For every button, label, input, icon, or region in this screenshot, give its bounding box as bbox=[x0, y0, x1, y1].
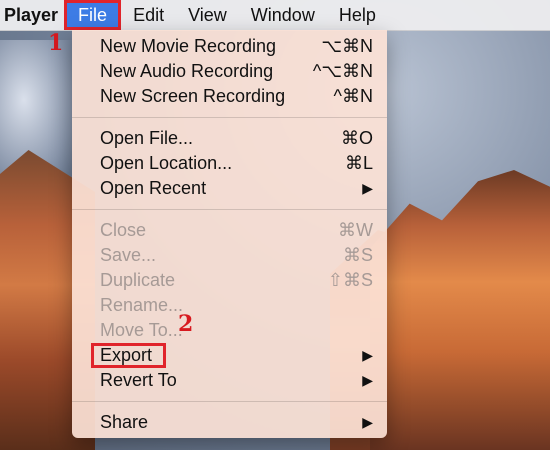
menu-item-label: New Screen Recording bbox=[100, 86, 286, 106]
menu-item-new-audio-recording[interactable]: New Audio Recording ^⌥⌘N bbox=[72, 59, 387, 84]
submenu-arrow-icon: ▶ bbox=[362, 414, 373, 430]
menu-item-shortcut: ^⌘N bbox=[333, 86, 373, 106]
menu-item-shortcut: ⌥⌘N bbox=[321, 36, 373, 56]
menu-item-close: Close ⌘W bbox=[72, 218, 387, 243]
menu-view[interactable]: View bbox=[176, 0, 239, 30]
menu-item-label: Share bbox=[100, 412, 149, 432]
menu-item-save: Save... ⌘S bbox=[72, 243, 387, 268]
menu-item-revert-to[interactable]: Revert To ▶ bbox=[72, 368, 387, 393]
menu-app-name[interactable]: Player bbox=[0, 0, 64, 30]
menu-item-label: Open Location... bbox=[100, 153, 233, 173]
menu-item-label: New Audio Recording bbox=[100, 61, 274, 81]
menu-bar: Player File Edit View Window Help bbox=[0, 0, 550, 31]
file-menu-dropdown: New Movie Recording ⌥⌘N New Audio Record… bbox=[72, 30, 387, 438]
menu-file[interactable]: File bbox=[64, 0, 122, 30]
menu-item-shortcut: ⌘O bbox=[340, 128, 373, 148]
menu-edit[interactable]: Edit bbox=[121, 0, 176, 30]
menu-item-label: Duplicate bbox=[100, 270, 176, 290]
menu-item-shortcut: ⌘S bbox=[342, 245, 373, 265]
menu-separator bbox=[72, 401, 387, 402]
menu-help[interactable]: Help bbox=[327, 0, 388, 30]
menu-item-shortcut: ⌘L bbox=[344, 153, 373, 173]
menu-item-label: Open File... bbox=[100, 128, 194, 148]
menu-item-label: New Movie Recording bbox=[100, 36, 277, 56]
menu-item-move-to: Move To... 2 bbox=[72, 312, 387, 343]
annotation-step-2: 2 bbox=[178, 311, 194, 337]
menu-item-label: Move To... bbox=[100, 320, 183, 340]
menu-item-share[interactable]: Share ▶ bbox=[72, 410, 387, 435]
background-cliff-right bbox=[370, 170, 550, 450]
menu-item-open-recent[interactable]: Open Recent ▶ bbox=[72, 176, 387, 201]
menu-separator bbox=[72, 117, 387, 118]
menu-item-label: Open Recent bbox=[100, 178, 207, 198]
menu-item-duplicate: Duplicate ⇧⌘S bbox=[72, 268, 387, 293]
menu-item-rename: Rename... bbox=[72, 293, 387, 318]
menu-item-open-location[interactable]: Open Location... ⌘L bbox=[72, 151, 387, 176]
menu-separator bbox=[72, 209, 387, 210]
submenu-arrow-icon: ▶ bbox=[362, 180, 373, 196]
menu-window[interactable]: Window bbox=[239, 0, 327, 30]
menu-item-label: Export bbox=[100, 345, 153, 365]
menu-item-new-screen-recording[interactable]: New Screen Recording ^⌘N bbox=[72, 84, 387, 109]
menu-item-label: Revert To bbox=[100, 370, 177, 390]
menu-item-shortcut: ⇧⌘S bbox=[327, 270, 373, 290]
menu-item-shortcut: ^⌥⌘N bbox=[312, 61, 373, 81]
menu-item-export[interactable]: Export ▶ bbox=[72, 343, 387, 368]
menu-item-open-file[interactable]: Open File... ⌘O bbox=[72, 126, 387, 151]
menu-item-label: Close bbox=[100, 220, 147, 240]
menu-item-new-movie-recording[interactable]: New Movie Recording ⌥⌘N bbox=[72, 34, 387, 59]
menu-item-label: Rename... bbox=[100, 295, 184, 315]
menu-item-label: Save... bbox=[100, 245, 157, 265]
annotation-step-1: 1 bbox=[48, 30, 64, 56]
submenu-arrow-icon: ▶ bbox=[362, 347, 373, 363]
submenu-arrow-icon: ▶ bbox=[362, 372, 373, 388]
menu-item-shortcut: ⌘W bbox=[338, 220, 373, 240]
